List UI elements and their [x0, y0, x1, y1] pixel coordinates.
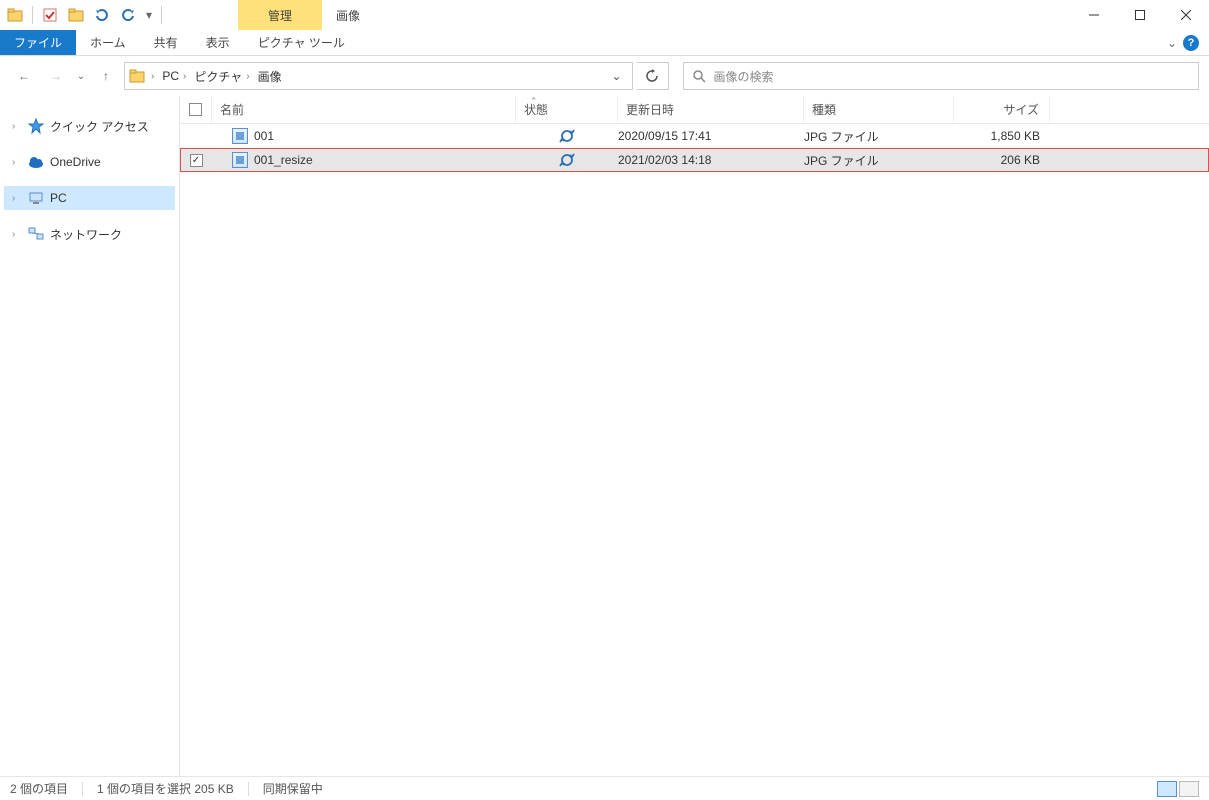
status-item-count: 2 個の項目 [10, 780, 68, 797]
ribbon-expand-icon[interactable]: ⌄ [1167, 36, 1177, 50]
undo-icon[interactable] [91, 4, 113, 26]
search-icon [692, 69, 706, 83]
file-type: JPG ファイル [804, 128, 954, 145]
navigation-bar: ← → ⌄ ↑ › PC› ピクチャ› 画像 ⌄ 画像の検索 [0, 56, 1209, 96]
sync-pending-icon [559, 128, 575, 144]
separator [82, 782, 83, 796]
tree-item-pc[interactable]: › PC [4, 186, 175, 210]
breadcrumb-pc[interactable]: PC› [160, 69, 188, 83]
expand-icon[interactable]: › [12, 229, 22, 240]
address-dropdown-icon[interactable]: ⌄ [605, 69, 627, 83]
search-box[interactable]: 画像の検索 [683, 62, 1200, 90]
expand-icon[interactable]: › [12, 157, 22, 168]
status-selection: 1 個の項目を選択 205 KB [97, 780, 234, 797]
pc-icon [28, 190, 44, 206]
column-header-date[interactable]: 更新日時 [618, 96, 804, 123]
column-headers: 名前 ⌃ 状態 更新日時 種類 サイズ [180, 96, 1209, 124]
qat-dropdown-icon[interactable]: ▾ [143, 4, 155, 26]
column-header-checkbox[interactable] [180, 96, 212, 123]
jpg-file-icon [232, 128, 248, 144]
file-date: 2021/02/03 14:18 [618, 153, 804, 167]
network-icon [28, 226, 44, 242]
file-type: JPG ファイル [804, 152, 954, 169]
separator [32, 6, 33, 24]
close-button[interactable] [1163, 0, 1209, 30]
explorer-body: › クイック アクセス › OneDrive › PC › ネットワーク 名前 … [0, 96, 1209, 776]
separator [248, 782, 249, 796]
tree-label: OneDrive [50, 155, 101, 169]
status-sync: 同期保留中 [263, 780, 323, 797]
ribbon-tab-share[interactable]: 共有 [140, 30, 192, 55]
column-header-type[interactable]: 種類 [804, 96, 954, 123]
column-header-size[interactable]: サイズ [954, 96, 1050, 123]
breadcrumb-pictures[interactable]: ピクチャ› [192, 68, 251, 85]
ribbon-file-tab[interactable]: ファイル [0, 30, 76, 55]
star-icon [28, 118, 44, 134]
file-row[interactable]: 001 2020/09/15 17:41 JPG ファイル 1,850 KB [180, 124, 1209, 148]
file-name: 001 [254, 129, 274, 143]
tree-item-quick-access[interactable]: › クイック アクセス [4, 114, 175, 138]
sync-pending-icon [559, 152, 575, 168]
file-size: 206 KB [954, 153, 1050, 167]
jpg-file-icon [232, 152, 248, 168]
view-mode-toggles [1157, 781, 1199, 797]
tree-item-onedrive[interactable]: › OneDrive [4, 150, 175, 174]
file-date: 2020/09/15 17:41 [618, 129, 804, 143]
nav-recent-dropdown[interactable]: ⌄ [74, 62, 88, 90]
separator [161, 6, 162, 24]
ribbon-tabs: ファイル ホーム 共有 表示 ピクチャ ツール ⌄ ? [0, 30, 1209, 56]
column-header-name[interactable]: 名前 [212, 96, 516, 123]
breadcrumb-images[interactable]: 画像 [256, 68, 284, 85]
search-placeholder: 画像の検索 [714, 68, 774, 85]
nav-forward-button[interactable]: → [42, 62, 70, 90]
expand-icon[interactable]: › [12, 121, 22, 132]
breadcrumb-chevron[interactable]: › [149, 71, 156, 82]
new-folder-icon[interactable] [65, 4, 87, 26]
view-large-icons-button[interactable] [1179, 781, 1199, 797]
quick-access-toolbar: ▾ [0, 0, 168, 30]
folder-icon [129, 68, 145, 84]
file-name: 001_resize [254, 153, 313, 167]
expand-icon[interactable]: › [12, 193, 22, 204]
row-checkbox[interactable]: ✓ [190, 154, 203, 167]
window-title: 画像 [322, 0, 374, 30]
navigation-tree: › クイック アクセス › OneDrive › PC › ネットワーク [0, 96, 180, 776]
tree-label: PC [50, 191, 67, 205]
contextual-tab-manage[interactable]: 管理 [238, 0, 322, 30]
help-icon[interactable]: ? [1183, 35, 1199, 51]
ribbon-tab-view[interactable]: 表示 [192, 30, 244, 55]
sort-indicator-icon: ⌃ [530, 96, 538, 107]
ribbon-tab-picture-tools[interactable]: ピクチャ ツール [244, 30, 359, 55]
file-list: 名前 ⌃ 状態 更新日時 種類 サイズ 001 2020/09/15 17:41… [180, 96, 1209, 776]
nav-up-button[interactable]: ↑ [92, 62, 120, 90]
folder-icon[interactable] [4, 4, 26, 26]
minimize-button[interactable] [1071, 0, 1117, 30]
address-bar[interactable]: › PC› ピクチャ› 画像 ⌄ [124, 62, 633, 90]
nav-back-button[interactable]: ← [10, 62, 38, 90]
view-details-button[interactable] [1157, 781, 1177, 797]
tree-item-network[interactable]: › ネットワーク [4, 222, 175, 246]
ribbon-tab-home[interactable]: ホーム [76, 30, 140, 55]
tree-label: クイック アクセス [50, 118, 149, 135]
maximize-button[interactable] [1117, 0, 1163, 30]
properties-check-icon[interactable] [39, 4, 61, 26]
titlebar: ▾ 管理 画像 [0, 0, 1209, 30]
tree-label: ネットワーク [50, 226, 122, 243]
refresh-button[interactable] [637, 62, 669, 90]
file-size: 1,850 KB [954, 129, 1050, 143]
window-controls [1071, 0, 1209, 30]
status-bar: 2 個の項目 1 個の項目を選択 205 KB 同期保留中 [0, 776, 1209, 800]
redo-icon[interactable] [117, 4, 139, 26]
file-row[interactable]: ✓ 001_resize 2021/02/03 14:18 JPG ファイル 2… [180, 148, 1209, 172]
cloud-icon [28, 154, 44, 170]
